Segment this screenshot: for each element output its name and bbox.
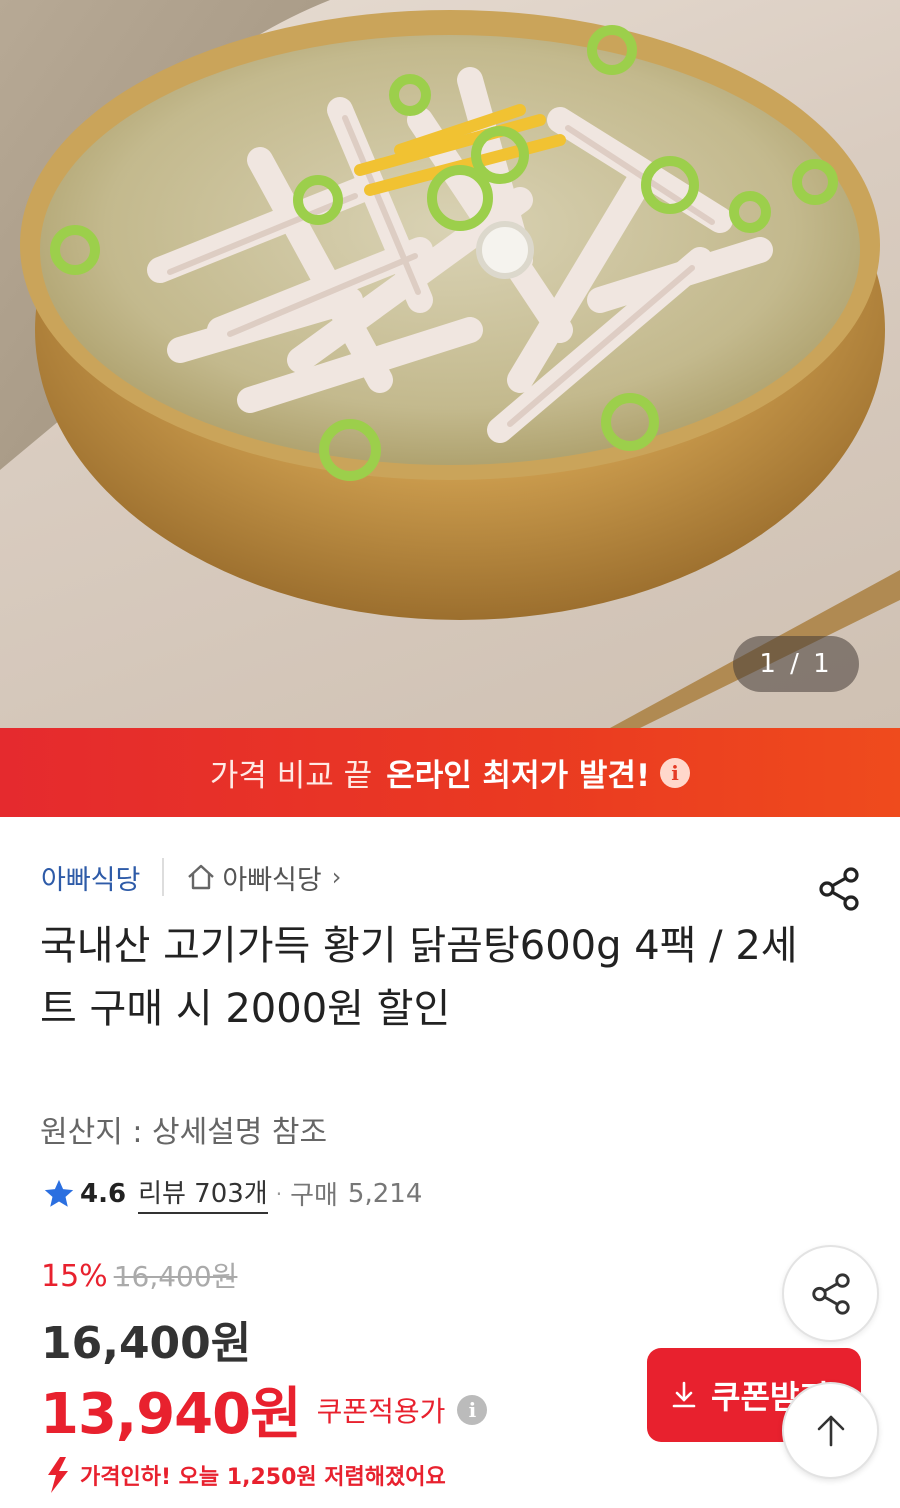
origin-info: 원산지 : 상세설명 참조	[40, 1115, 328, 1150]
download-icon	[672, 1381, 696, 1408]
coupon-price-row: 13,940원 쿠폰적용가 i	[40, 1369, 488, 1450]
discount-row: 15% 16,400원	[41, 1255, 237, 1295]
scroll-to-top-button[interactable]	[782, 1382, 879, 1479]
share-icon[interactable]	[815, 865, 863, 913]
original-price: 16,400원	[113, 1260, 238, 1293]
price-drop-text: 가격인하! 오늘 1,250원 저렴해졌어요	[80, 1465, 446, 1490]
product-photo	[0, 0, 900, 728]
brand-row: 아빠식당 아빠식당 ›	[41, 857, 341, 897]
brand-name[interactable]: 아빠식당	[41, 858, 140, 897]
banner-light-text: 가격 비교 끝	[209, 758, 373, 794]
star-icon	[44, 1179, 74, 1207]
product-title: 국내산 고기가득 황기 닭곰탕600g 4팩 / 2세트 구매 시 2000원 …	[40, 923, 798, 1032]
price-drop-notice: 가격인하! 오늘 1,250원 저렴해졌어요	[40, 1455, 446, 1495]
image-page-indicator: 1 / 1	[733, 636, 859, 692]
store-link-label: 아빠식당	[222, 864, 322, 896]
info-icon[interactable]: i	[660, 757, 691, 788]
coupon-price: 13,940원	[40, 1382, 302, 1447]
floating-share-button[interactable]	[782, 1245, 879, 1342]
coupon-price-label: 쿠폰적용가	[316, 1394, 446, 1428]
store-link[interactable]: 아빠식당 ›	[186, 858, 341, 897]
divider	[162, 858, 165, 896]
review-link[interactable]: 리뷰 703개	[138, 1173, 268, 1214]
separator-dot: ·	[275, 1181, 283, 1206]
discount-rate: 15%	[41, 1259, 108, 1294]
home-icon	[188, 864, 215, 890]
arrow-down-icon	[48, 1457, 68, 1493]
chevron-right-icon: ›	[331, 863, 342, 891]
product-info-section: 아빠식당 아빠식당 › 국내산 고기가득 황기 닭곰탕600g 4팩 / 2세트…	[0, 817, 900, 1508]
product-image-gallery[interactable]: 1 / 1	[0, 0, 900, 728]
banner-bold-text: 온라인 최저가 발견!	[386, 758, 651, 794]
purchase-label: 구매	[290, 1181, 338, 1211]
rating-score: 4.6	[80, 1178, 127, 1209]
sale-price: 16,400원	[41, 1318, 252, 1369]
lowest-price-banner[interactable]: 가격 비교 끝 온라인 최저가 발견! i	[0, 728, 900, 817]
info-icon[interactable]: i	[457, 1394, 488, 1425]
rating-row: 4.6 리뷰 703개 · 구매 5,214	[42, 1173, 422, 1214]
purchase-count: 5,214	[347, 1178, 423, 1209]
arrow-up-icon	[817, 1415, 844, 1446]
share-icon	[811, 1272, 850, 1315]
